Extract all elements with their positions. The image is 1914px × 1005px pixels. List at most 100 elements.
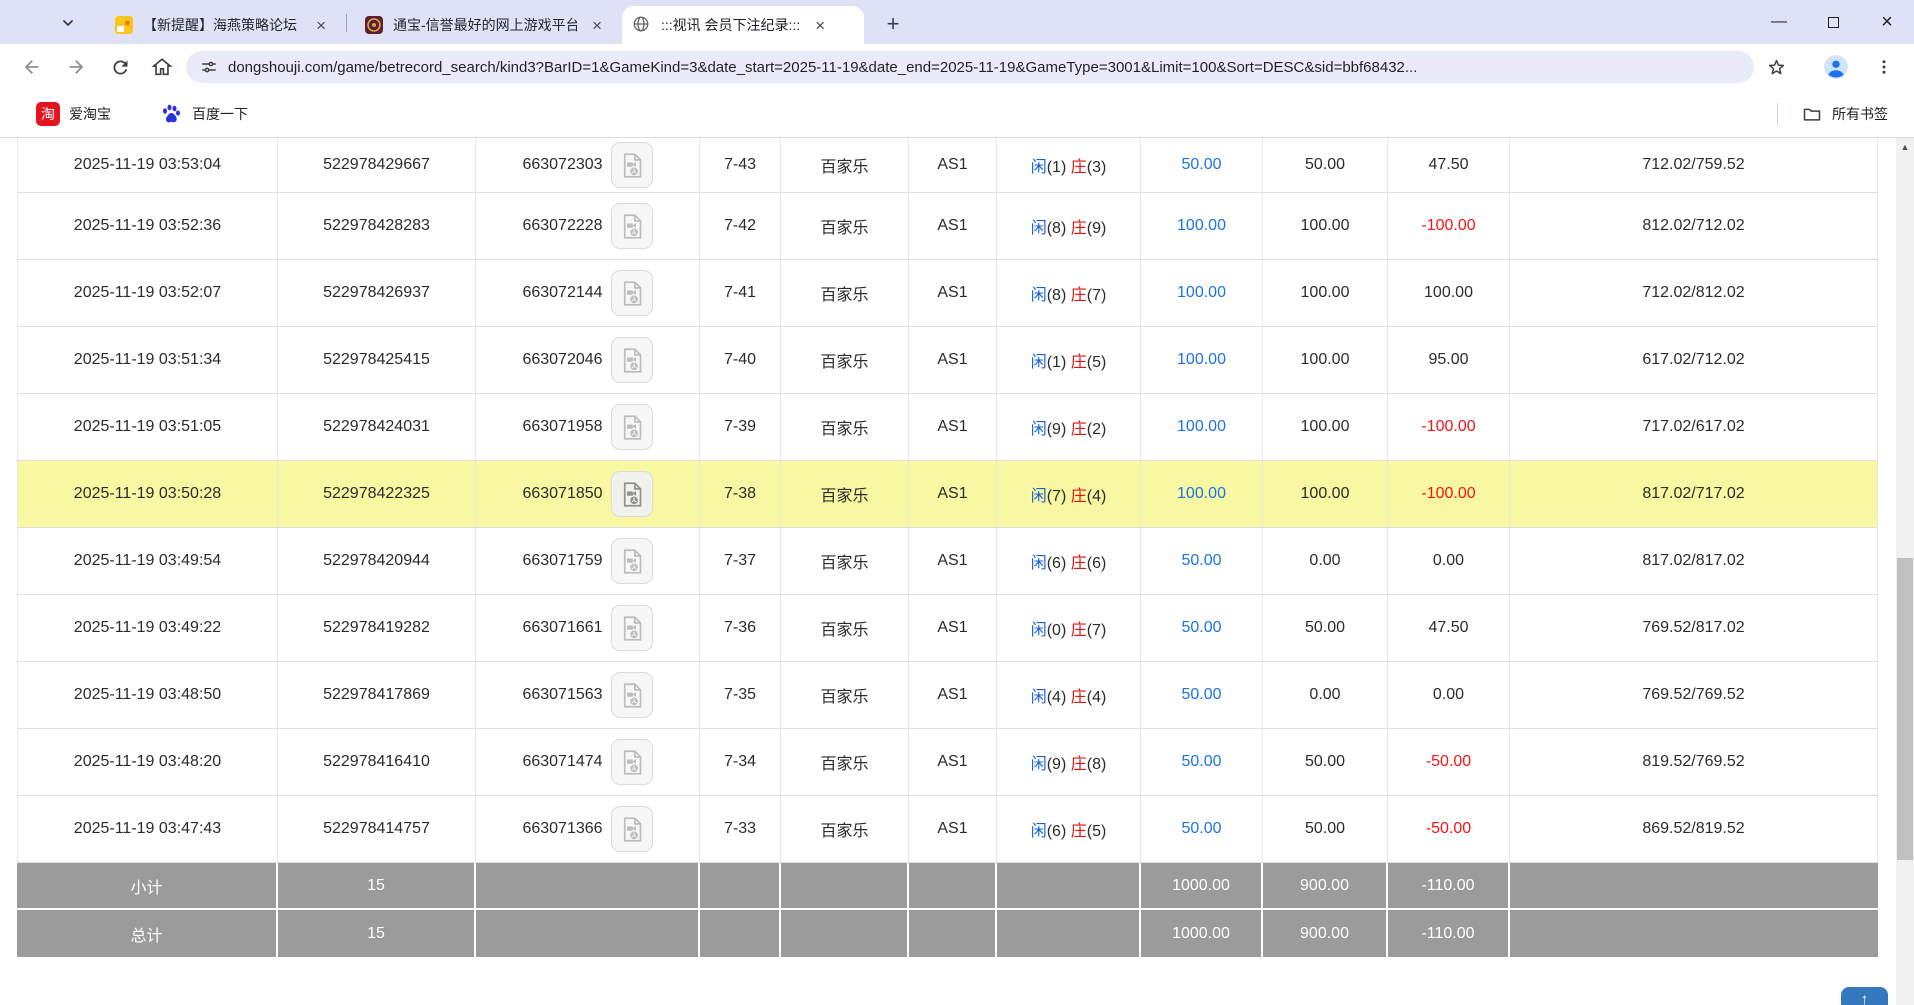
cell-round: 7-33 <box>700 796 781 862</box>
footer-empty <box>997 910 1141 957</box>
cell-bet-amount[interactable]: 50.00 <box>1141 796 1263 862</box>
cell-bet-id: 522978419282 <box>278 595 476 661</box>
cell-valid-amount: 100.00 <box>1263 193 1388 259</box>
footer-empty <box>700 910 781 957</box>
browser-menu-button[interactable] <box>1866 49 1902 85</box>
video-replay-button[interactable] <box>611 739 653 785</box>
cell-result: 闲(9) 庄(8) <box>997 729 1141 795</box>
cell-bet-amount[interactable]: 50.00 <box>1141 138 1263 192</box>
video-replay-button[interactable] <box>611 806 653 852</box>
globe-icon <box>632 15 652 35</box>
cell-time: 2025-11-19 03:49:54 <box>17 528 278 594</box>
profile-button[interactable] <box>1818 49 1854 85</box>
video-replay-button[interactable] <box>611 605 653 651</box>
video-file-icon <box>618 413 645 442</box>
cell-table: AS1 <box>909 662 997 728</box>
tune-icon[interactable] <box>200 58 218 76</box>
video-replay-button[interactable] <box>611 203 653 249</box>
bookmark-baidu[interactable]: 百度一下 <box>159 102 248 126</box>
reload-button[interactable] <box>102 49 138 85</box>
tab-tongbao[interactable]: 通宝-信誉最好的网上游戏平台 × <box>354 6 612 44</box>
result-text: 闲(0) 庄(7) <box>1031 616 1107 640</box>
cell-bet-id: 522978425415 <box>278 327 476 393</box>
cell-win-loss: 47.50 <box>1388 138 1510 192</box>
tab-close-icon[interactable]: × <box>815 17 825 34</box>
cell-valid-amount: 100.00 <box>1263 394 1388 460</box>
video-file-icon <box>618 815 645 844</box>
cell-round-id: 663071563 <box>476 662 700 728</box>
new-tab-button[interactable]: + <box>878 9 908 39</box>
back-button[interactable] <box>14 49 50 85</box>
bookmark-label: 百度一下 <box>192 104 248 124</box>
maximize-button[interactable] <box>1806 0 1860 44</box>
cell-bet-amount[interactable]: 100.00 <box>1141 461 1263 527</box>
video-replay-button[interactable] <box>611 142 653 188</box>
footer-empty <box>781 863 909 910</box>
video-replay-button[interactable] <box>611 672 653 718</box>
result-text: 闲(8) 庄(7) <box>1031 281 1107 305</box>
vertical-scrollbar[interactable]: ▲ <box>1896 138 1914 1005</box>
footer-count: 15 <box>278 910 476 957</box>
all-bookmarks-button[interactable]: 所有书签 <box>1777 90 1888 138</box>
cell-balance: 717.02/617.02 <box>1510 394 1878 460</box>
video-file-icon <box>618 151 645 180</box>
tab-forum[interactable]: 【新提醒】海燕策略论坛 - 综合 × <box>104 6 336 44</box>
cell-round: 7-39 <box>700 394 781 460</box>
tab-label: 通宝-信誉最好的网上游戏平台 <box>393 15 577 35</box>
cell-round: 7-43 <box>700 138 781 192</box>
footer-empty <box>997 863 1141 910</box>
cell-bet-id: 522978422325 <box>278 461 476 527</box>
cell-table: AS1 <box>909 193 997 259</box>
cell-round: 7-34 <box>700 729 781 795</box>
cell-bet-amount[interactable]: 50.00 <box>1141 662 1263 728</box>
video-replay-button[interactable] <box>611 404 653 450</box>
arrow-left-icon <box>21 56 43 78</box>
cell-bet-amount[interactable]: 100.00 <box>1141 260 1263 326</box>
bookmarks-divider <box>1777 103 1778 125</box>
url-text[interactable]: dongshouji.com/game/betrecord_search/kin… <box>228 59 1417 76</box>
cell-bet-amount[interactable]: 100.00 <box>1141 327 1263 393</box>
tab-strip: 【新提醒】海燕策略论坛 - 综合 × 通宝-信誉最好的网上游戏平台 × :::视… <box>0 0 1914 44</box>
round-id-text: 663072228 <box>522 217 602 235</box>
cell-bet-amount[interactable]: 50.00 <box>1141 528 1263 594</box>
cell-time: 2025-11-19 03:48:20 <box>17 729 278 795</box>
video-replay-button[interactable] <box>611 337 653 383</box>
cell-bet-amount[interactable]: 50.00 <box>1141 595 1263 661</box>
forward-button[interactable] <box>58 49 94 85</box>
cell-game: 百家乐 <box>781 193 909 259</box>
home-button[interactable] <box>144 49 180 85</box>
minimize-button[interactable]: — <box>1752 0 1806 44</box>
cell-valid-amount: 0.00 <box>1263 528 1388 594</box>
tab-divider <box>346 14 347 32</box>
round-id-text: 663071759 <box>522 552 602 570</box>
cell-result: 闲(1) 庄(3) <box>997 138 1141 192</box>
tab-bet-records-active[interactable]: :::视讯 会员下注纪录::: × <box>622 6 864 44</box>
bookmark-taobao[interactable]: 淘 爱淘宝 <box>36 102 111 126</box>
video-replay-button[interactable] <box>611 270 653 316</box>
cell-bet-amount[interactable]: 50.00 <box>1141 729 1263 795</box>
bookmark-star-button[interactable] <box>1758 49 1794 85</box>
cell-win-loss: -50.00 <box>1388 796 1510 862</box>
tab-close-icon[interactable]: × <box>592 17 602 34</box>
table-row: 2025-11-19 03:51:34522978425415663072046… <box>17 327 1878 394</box>
cell-bet-amount[interactable]: 100.00 <box>1141 193 1263 259</box>
bookmarks-bar: 淘 爱淘宝 百度一下 所有书签 <box>0 90 1914 138</box>
tab-label: 【新提醒】海燕策略论坛 - 综合 <box>143 15 301 35</box>
scroll-up-arrow-icon[interactable]: ▲ <box>1896 142 1914 152</box>
close-window-button[interactable]: × <box>1860 0 1914 44</box>
taobao-icon: 淘 <box>36 102 60 126</box>
tab-search-button[interactable] <box>48 8 88 38</box>
scrollbar-thumb[interactable] <box>1897 558 1913 860</box>
round-id-text: 663072144 <box>522 284 602 302</box>
video-replay-button[interactable] <box>611 538 653 584</box>
cell-round-id: 663072228 <box>476 193 700 259</box>
back-to-top-button[interactable]: ↑ <box>1841 987 1888 1005</box>
tab-close-icon[interactable]: × <box>316 17 326 34</box>
cell-time: 2025-11-19 03:50:28 <box>17 461 278 527</box>
address-bar[interactable]: dongshouji.com/game/betrecord_search/kin… <box>186 51 1754 83</box>
round-id-text: 663071850 <box>522 485 602 503</box>
cell-win-loss: 47.50 <box>1388 595 1510 661</box>
cell-bet-amount[interactable]: 100.00 <box>1141 394 1263 460</box>
video-replay-button[interactable] <box>611 471 653 517</box>
video-file-icon <box>618 547 645 576</box>
